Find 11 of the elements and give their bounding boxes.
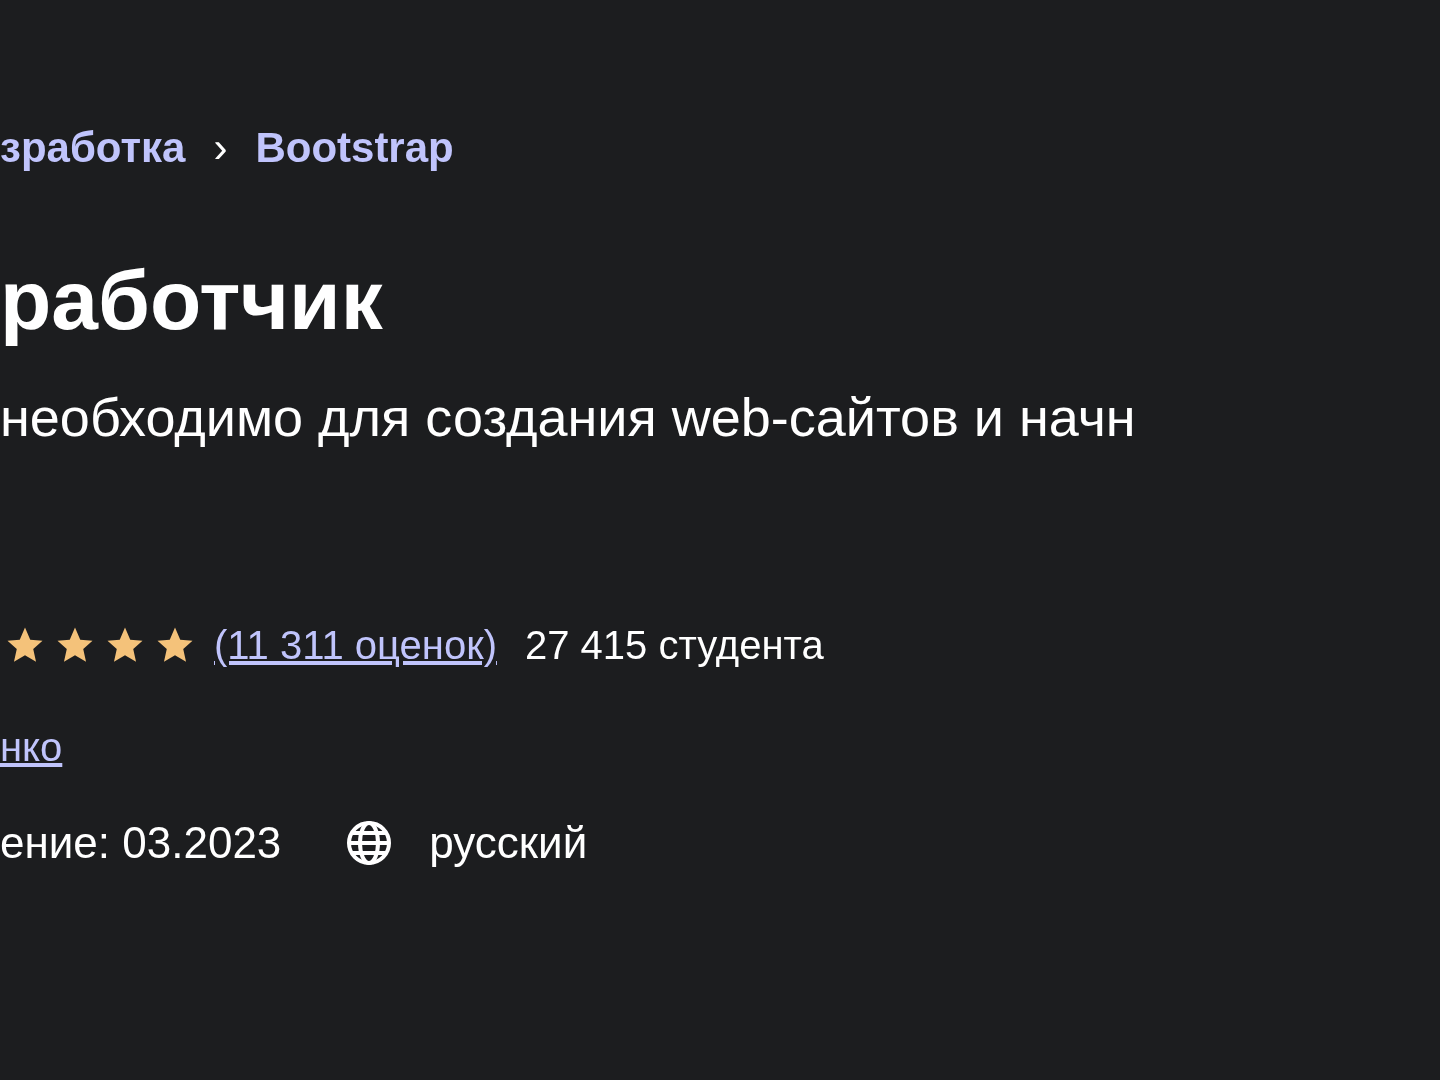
- course-subtitle: необходимо для создания web-сайтов и начн: [0, 386, 1137, 449]
- last-updated: ение: 03.2023: [0, 818, 282, 868]
- breadcrumb-link[interactable]: Bootstrap: [255, 124, 454, 172]
- globe-icon: [345, 819, 394, 867]
- course-language: русский: [429, 818, 588, 868]
- ratings-link[interactable]: (11 311 оценок): [214, 622, 497, 668]
- breadcrumb-link[interactable]: зработка: [0, 124, 186, 172]
- breadcrumb-separator: ›: [213, 124, 228, 172]
- author-link[interactable]: нко: [0, 725, 63, 770]
- students-count: 27 415 студента: [524, 622, 824, 668]
- course-title: работчик: [0, 252, 384, 349]
